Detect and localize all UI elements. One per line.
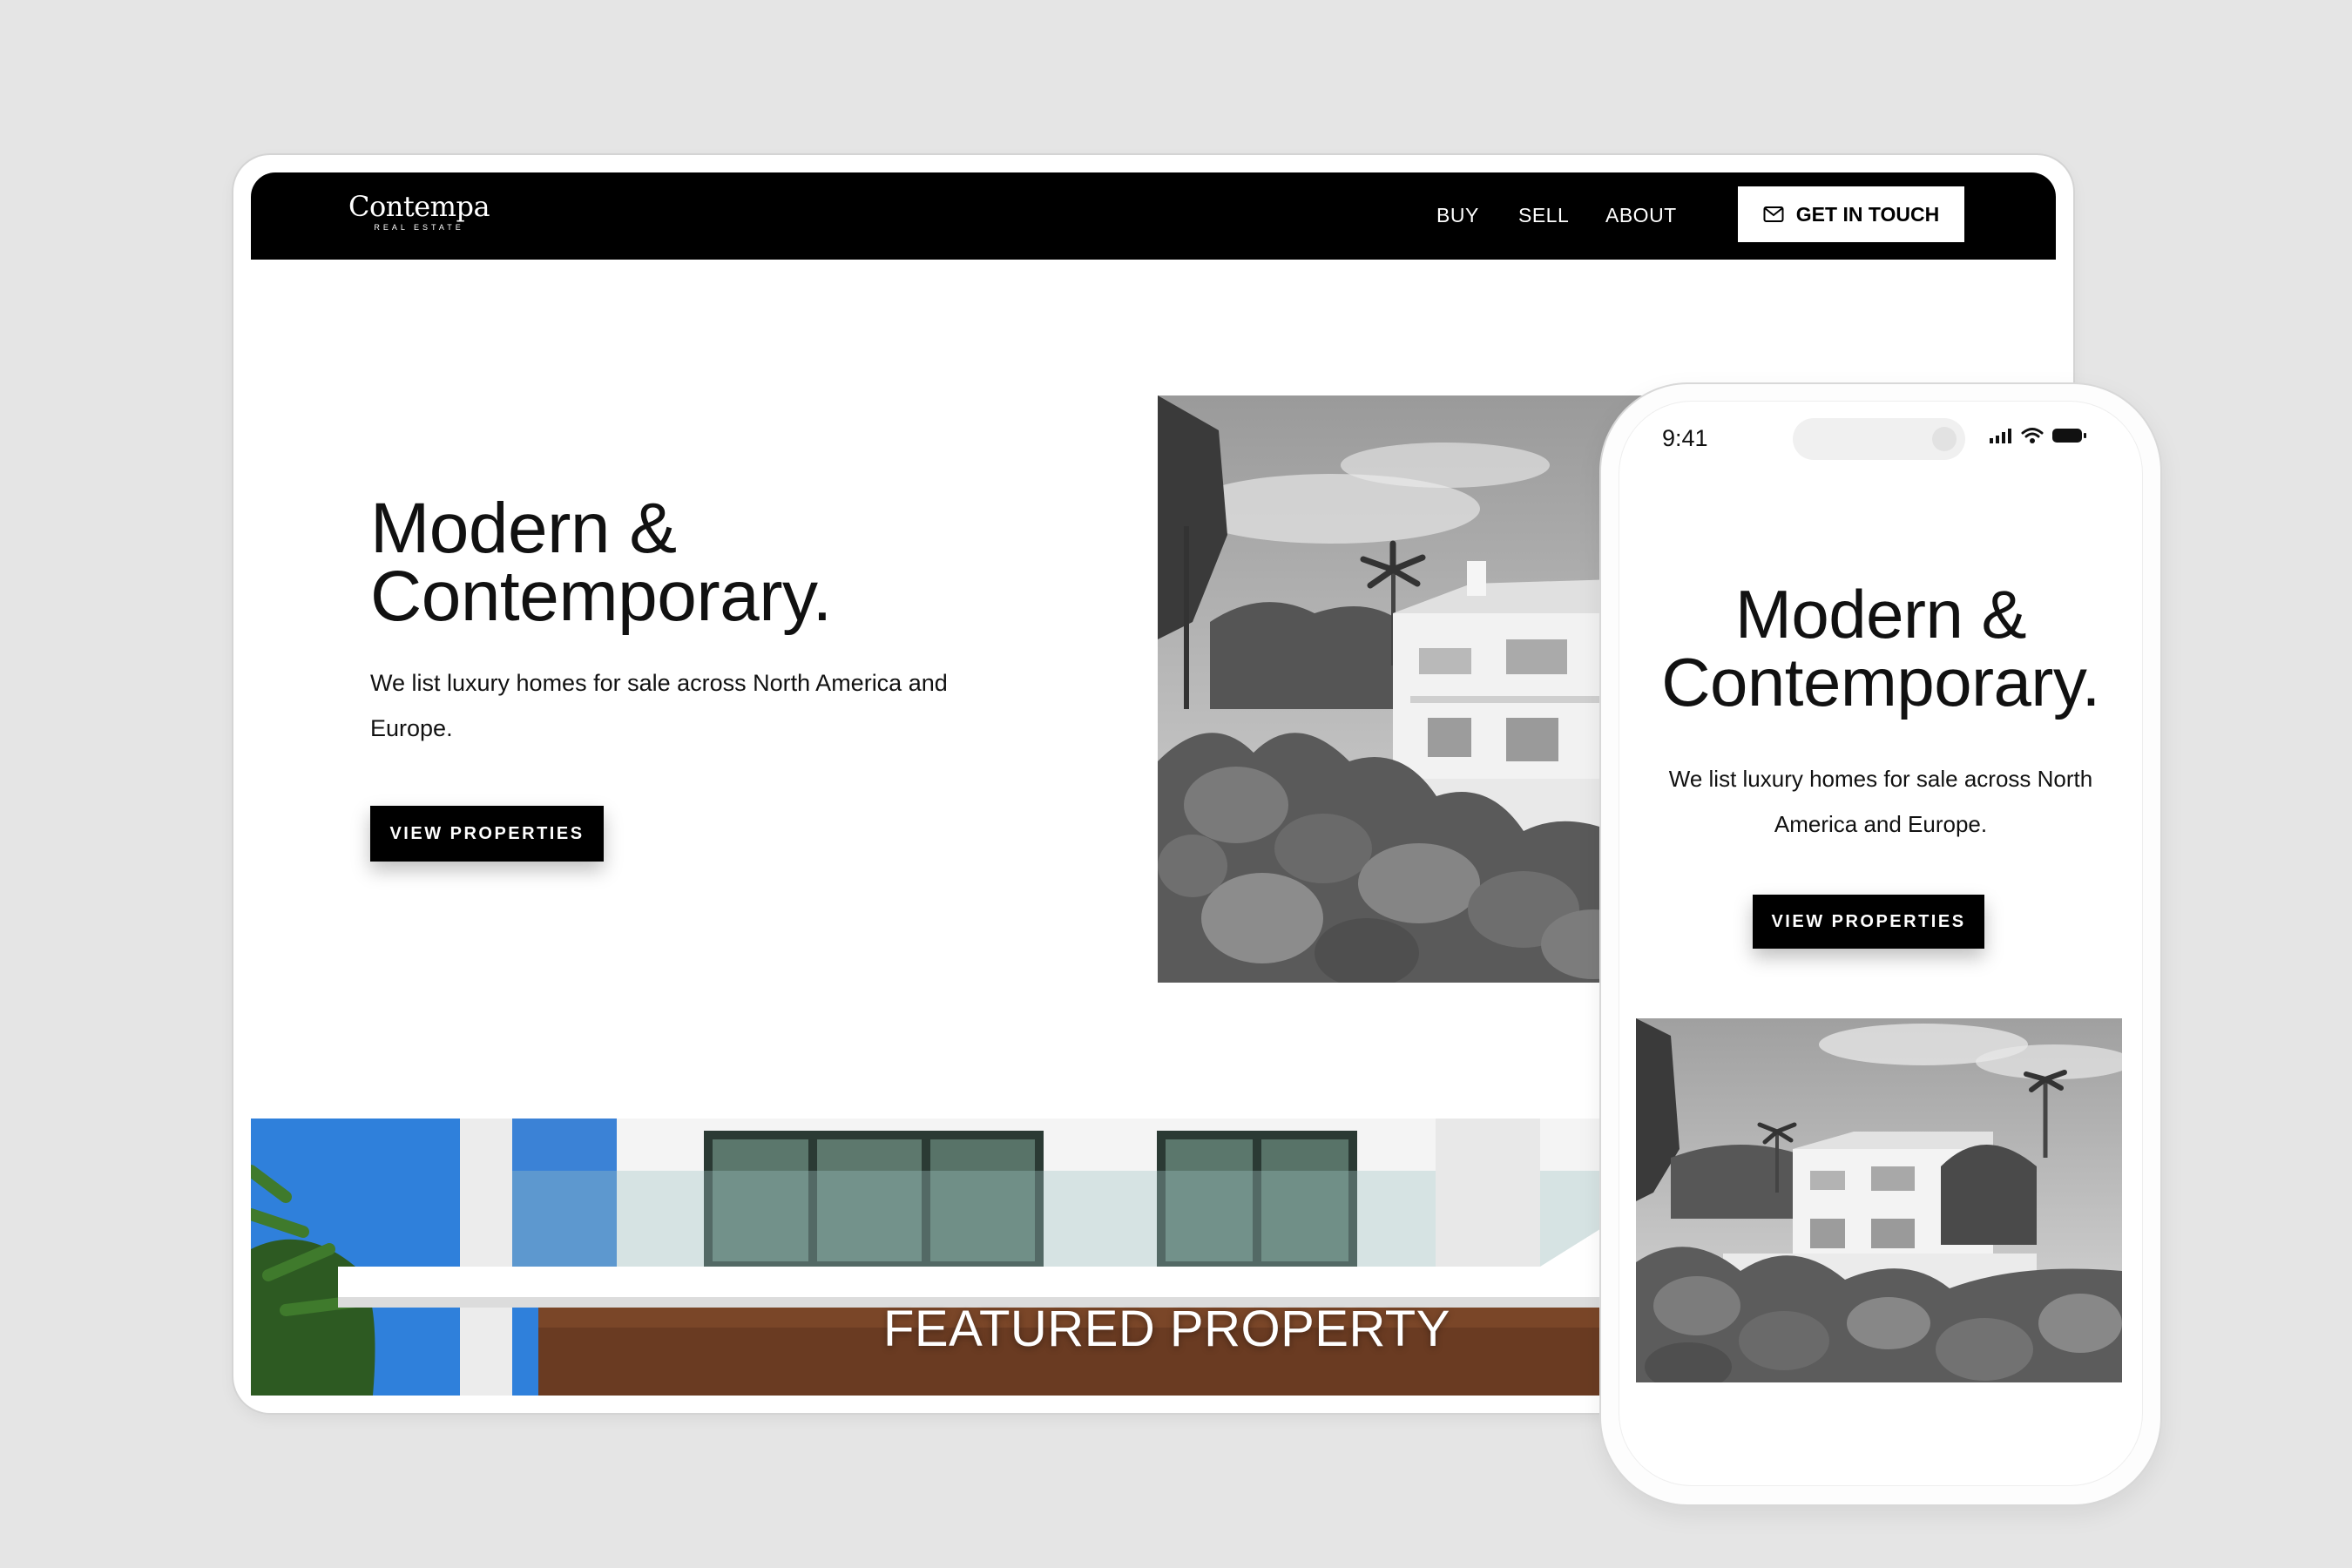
logo[interactable]: Contempa REAL ESTATE bbox=[348, 190, 490, 232]
nav-link-about[interactable]: ABOUT bbox=[1605, 204, 1677, 227]
phone-hero-title: Modern & Contemporary. bbox=[1619, 580, 2143, 716]
nav-link-sell[interactable]: SELL bbox=[1518, 204, 1569, 227]
phone-hero-title-line1: Modern & bbox=[1734, 576, 2027, 652]
status-icons bbox=[1990, 427, 2087, 444]
get-in-touch-button[interactable]: GET IN TOUCH bbox=[1738, 186, 1964, 242]
hero-subtitle: We list luxury homes for sale across Nor… bbox=[370, 670, 948, 741]
camera-dot bbox=[1932, 427, 1957, 451]
get-in-touch-label: GET IN TOUCH bbox=[1795, 202, 1940, 226]
logo-wordmark: Contempa bbox=[348, 190, 490, 223]
phone-house-photo bbox=[1636, 1018, 2122, 1382]
wifi-icon bbox=[2021, 428, 2044, 443]
view-properties-button[interactable]: VIEW PROPERTIES bbox=[370, 806, 604, 862]
status-time: 9:41 bbox=[1662, 425, 1708, 451]
hero-title: Modern & Contemporary. bbox=[370, 493, 832, 632]
mail-icon bbox=[1763, 206, 1784, 222]
phone-screen: 9:41 Modern & Contemporary. We list luxu… bbox=[1619, 401, 2143, 1486]
featured-property-title: FEATURED PROPERTY bbox=[883, 1301, 1450, 1357]
phone-hero-subtitle: We list luxury homes for sale across Nor… bbox=[1668, 766, 2093, 837]
logo-subtitle: REAL ESTATE bbox=[374, 223, 464, 232]
phone-view-properties-button[interactable]: VIEW PROPERTIES bbox=[1753, 895, 1984, 949]
hero-title-line2: Contemporary. bbox=[370, 557, 832, 636]
nav-link-buy[interactable]: BUY bbox=[1436, 204, 1479, 227]
battery-icon bbox=[2052, 429, 2086, 443]
signal-icon bbox=[1990, 429, 2011, 443]
hero-house-photo bbox=[1158, 395, 1646, 983]
top-navbar: Contempa REAL ESTATE BUY SELL ABOUT GET … bbox=[251, 172, 2056, 260]
dynamic-island bbox=[1793, 418, 1965, 460]
phone-hero-title-line2: Contemporary. bbox=[1661, 644, 2100, 720]
